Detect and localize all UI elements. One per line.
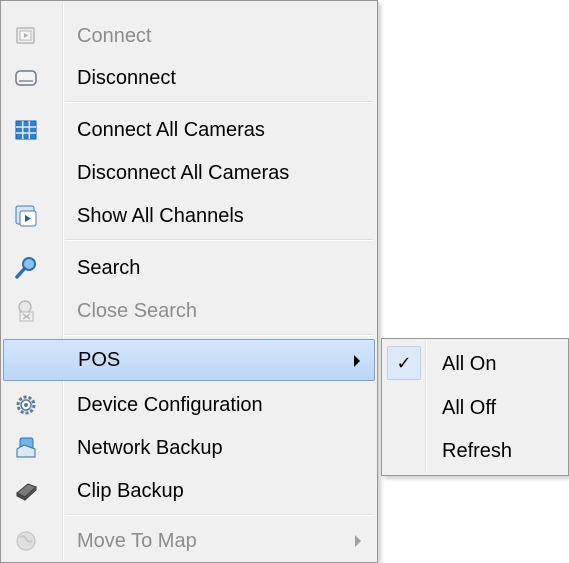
- submenu-item-label: All Off: [442, 396, 497, 419]
- menu-item-close-search[interactable]: Close Search: [3, 290, 375, 332]
- close-search-icon: [14, 299, 38, 323]
- menu-item-label: Move To Map: [77, 529, 197, 552]
- map-icon: [14, 529, 38, 553]
- menu-item-disconnect[interactable]: Disconnect: [3, 57, 375, 99]
- menu-item-label: POS: [78, 348, 121, 371]
- connect-icon: [14, 24, 38, 48]
- menu-item-connect[interactable]: Connect: [3, 15, 375, 57]
- submenu-arrow-icon: [354, 355, 360, 367]
- menu-item-connect-all-cameras[interactable]: Connect All Cameras: [3, 109, 375, 151]
- menu-separator: [65, 239, 373, 241]
- context-menu: Connect Disconnect Connect All Cameras D…: [0, 0, 378, 563]
- menu-item-label: Device Configuration: [77, 393, 263, 416]
- menu-item-label: Clip Backup: [77, 479, 184, 502]
- menu-item-show-all-channels[interactable]: Show All Channels: [3, 195, 375, 237]
- menu-item-label: Show All Channels: [77, 204, 244, 227]
- channels-icon: [14, 204, 38, 228]
- menu-separator: [65, 514, 373, 516]
- submenu-item-label: Refresh: [442, 439, 513, 462]
- submenu-item-label: All On: [442, 352, 497, 375]
- menu-item-pos[interactable]: POS: [3, 339, 375, 381]
- search-icon: [14, 256, 38, 280]
- disconnect-icon: [14, 66, 38, 90]
- menu-item-label: Connect: [77, 24, 152, 47]
- menu-item-label: Disconnect: [77, 66, 176, 89]
- menu-item-device-configuration[interactable]: Device Configuration: [3, 384, 375, 426]
- pos-submenu: ✓ All On All Off Refresh: [381, 338, 569, 476]
- menu-item-label: Disconnect All Cameras: [77, 161, 290, 184]
- menu-item-disconnect-all-cameras[interactable]: Disconnect All Cameras: [3, 152, 375, 194]
- menu-item-move-to-map[interactable]: Move To Map: [3, 520, 375, 562]
- menu-item-label: Close Search: [77, 299, 198, 322]
- menu-item-label: Network Backup: [77, 436, 223, 459]
- submenu-item-refresh[interactable]: Refresh: [384, 430, 566, 472]
- check-icon: ✓: [387, 346, 421, 380]
- clip-backup-icon: [14, 479, 38, 503]
- menu-item-clip-backup[interactable]: Clip Backup: [3, 470, 375, 512]
- submenu-item-all-on[interactable]: ✓ All On: [384, 343, 566, 385]
- submenu-arrow-icon: [355, 535, 361, 547]
- menu-item-network-backup[interactable]: Network Backup: [3, 427, 375, 469]
- menu-separator: [65, 334, 373, 336]
- network-backup-icon: [14, 436, 38, 460]
- grid-icon: [14, 118, 38, 142]
- menu-separator: [65, 101, 373, 103]
- menu-item-label: Search: [77, 256, 141, 279]
- menu-item-label: Connect All Cameras: [77, 118, 265, 141]
- gear-icon: [14, 393, 38, 417]
- submenu-item-all-off[interactable]: All Off: [384, 387, 566, 429]
- menu-item-search[interactable]: Search: [3, 247, 375, 289]
